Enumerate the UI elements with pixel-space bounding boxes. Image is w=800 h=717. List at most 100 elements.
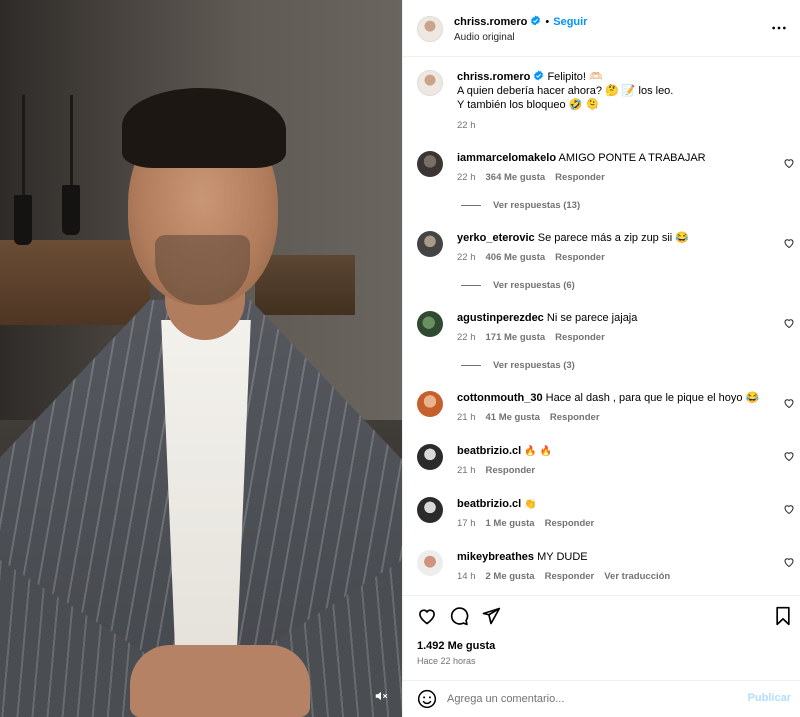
author-avatar[interactable] [417, 70, 443, 96]
comment-likes[interactable]: 406 Me gusta [486, 252, 546, 263]
author-avatar[interactable] [417, 16, 443, 42]
caption-body: chriss.romero Felipito! 🫶🏻 A quien deber… [457, 70, 777, 112]
view-replies-label: Ver respuestas (6) [493, 280, 575, 291]
comment-text: MY DUDE [537, 551, 588, 563]
reply-button[interactable]: Responder [550, 412, 600, 423]
post-date[interactable]: Hace 22 horas [417, 656, 476, 666]
comment-username[interactable]: yerko_eterovic [457, 232, 535, 244]
comment-body: agustinperezdec Ni se parece jajaja [457, 311, 777, 325]
pendant-lamp-shade [14, 195, 32, 245]
comment-username[interactable]: cottonmouth_30 [457, 392, 543, 404]
share-icon[interactable] [481, 606, 501, 626]
audio-label[interactable]: Audio original [454, 32, 515, 43]
heart-icon[interactable] [783, 556, 795, 568]
post-header: chriss.romero • Seguir Audio original [403, 0, 800, 57]
bookmark-icon[interactable] [773, 606, 793, 626]
replies-line [461, 364, 481, 366]
comment-time[interactable]: 14 h [457, 571, 476, 582]
heart-icon[interactable] [783, 237, 795, 249]
comment-meta: 21 h 41 Me gusta Responder [457, 412, 610, 423]
view-replies-button[interactable]: Ver respuestas (3) [461, 360, 575, 371]
view-replies-button[interactable]: Ver respuestas (13) [461, 200, 580, 211]
caption-time[interactable]: 22 h [457, 120, 476, 131]
comment-likes[interactable]: 1 Me gusta [486, 518, 535, 529]
comment-likes[interactable]: 2 Me gusta [486, 571, 535, 582]
comment-input[interactable] [447, 690, 727, 708]
commenter-avatar[interactable] [417, 497, 443, 523]
commenter-avatar[interactable] [417, 550, 443, 576]
comment-body: cottonmouth_30 Hace al dash , para que l… [457, 391, 777, 405]
reply-button[interactable]: Responder [555, 172, 605, 183]
comment-body: yerko_eterovic Se parece más a zip zup s… [457, 231, 777, 245]
comment-meta: 22 h 406 Me gusta Responder [457, 252, 615, 263]
comment-meta: 17 h 1 Me gusta Responder [457, 518, 604, 529]
comment-text: 👏 [524, 499, 537, 510]
comment-time[interactable]: 17 h [457, 518, 476, 529]
heart-icon[interactable] [783, 157, 795, 169]
comment-username[interactable]: agustinperezdec [457, 312, 544, 324]
replies-line [461, 284, 481, 286]
comment-likes[interactable]: 364 Me gusta [486, 172, 546, 183]
heart-icon[interactable] [783, 450, 795, 462]
background-cabinet [255, 255, 355, 315]
emoji-icon[interactable] [417, 689, 437, 709]
reply-button[interactable]: Responder [545, 518, 595, 529]
caption-line: Felipito! 🫶🏻 [547, 71, 603, 83]
likes-count[interactable]: 1.492 Me gusta [417, 640, 495, 652]
reply-button[interactable]: Responder [545, 571, 595, 582]
comment-time[interactable]: 22 h [457, 252, 476, 263]
author-username[interactable]: chriss.romero [454, 16, 527, 28]
commenter-avatar[interactable] [417, 151, 443, 177]
comment-likes[interactable]: 171 Me gusta [486, 332, 546, 343]
pendant-lamp-shade [62, 185, 80, 235]
comment-username[interactable]: beatbrizio.cl [457, 498, 521, 510]
heart-icon[interactable] [783, 503, 795, 515]
comment-body: beatbrizio.cl 👏 [457, 497, 777, 512]
post-actions: 1.492 Me gusta Hace 22 horas [403, 595, 800, 675]
reply-button[interactable]: Responder [555, 252, 605, 263]
comment-time[interactable]: 22 h [457, 332, 476, 343]
post-media[interactable] [0, 0, 402, 717]
reply-button[interactable]: Responder [555, 332, 605, 343]
more-options-icon[interactable] [771, 22, 787, 34]
comment-icon[interactable] [449, 606, 469, 626]
muted-speaker-icon[interactable] [370, 685, 392, 707]
verified-badge-icon [531, 15, 541, 26]
caption-line: Y también los bloqueo 🤣 🫠 [457, 99, 600, 111]
post-side-panel: chriss.romero • Seguir Audio original chri… [402, 0, 800, 717]
reply-button[interactable]: Responder [486, 465, 536, 476]
comment-username[interactable]: mikeybreathes [457, 551, 534, 563]
pendant-lamp [70, 95, 73, 195]
comment-username[interactable]: iammarcelomakelo [457, 152, 556, 164]
view-replies-button[interactable]: Ver respuestas (6) [461, 280, 575, 291]
follow-button[interactable]: Seguir [553, 16, 587, 28]
heart-icon[interactable] [783, 397, 795, 409]
publish-button[interactable]: Publicar [748, 692, 791, 704]
view-replies-label: Ver respuestas (3) [493, 360, 575, 371]
comments-list[interactable]: chriss.romero Felipito! 🫶🏻 A quien deber… [403, 57, 800, 595]
verified-badge-icon [534, 70, 544, 81]
heart-icon[interactable] [417, 606, 437, 626]
comment-time[interactable]: 22 h [457, 172, 476, 183]
comment-text: 🔥 🔥 [524, 446, 553, 457]
pendant-lamp [22, 95, 25, 205]
commenter-avatar[interactable] [417, 391, 443, 417]
translate-button[interactable]: Ver traducción [604, 571, 670, 582]
caption-username[interactable]: chriss.romero [457, 71, 530, 83]
comment-time[interactable]: 21 h [457, 465, 476, 476]
view-replies-label: Ver respuestas (13) [493, 200, 581, 211]
heart-icon[interactable] [783, 317, 795, 329]
commenter-avatar[interactable] [417, 444, 443, 470]
background-cabinet [0, 240, 150, 325]
comment-likes[interactable]: 41 Me gusta [486, 412, 540, 423]
commenter-avatar[interactable] [417, 231, 443, 257]
author-line: chriss.romero • Seguir [454, 15, 587, 28]
person-hands [130, 645, 310, 717]
comment-time[interactable]: 21 h [457, 412, 476, 423]
comment-username[interactable]: beatbrizio.cl [457, 445, 521, 457]
comment-meta: 22 h 171 Me gusta Responder [457, 332, 615, 343]
commenter-avatar[interactable] [417, 311, 443, 337]
replies-line [461, 204, 481, 206]
comment-text: Se parece más a zip zup sii 😂 [537, 232, 689, 244]
comment-composer: Publicar [403, 680, 800, 717]
